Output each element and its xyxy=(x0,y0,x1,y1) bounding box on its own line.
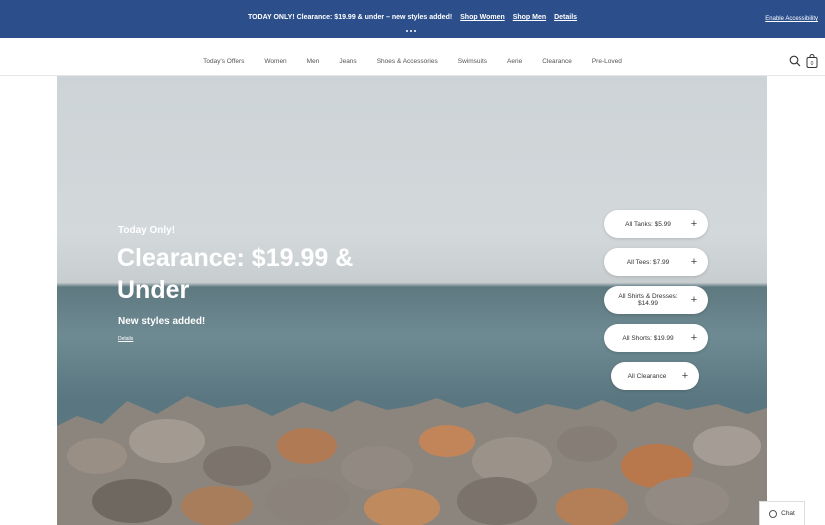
pill-all-shirts-dresses[interactable]: All Shirts & Dresses: $14.99 + xyxy=(604,286,708,314)
pill-label: All Shorts: $19.99 xyxy=(622,334,674,342)
chat-button[interactable]: Chat xyxy=(759,501,805,525)
promo-line: TODAY ONLY! Clearance: $19.99 & under – … xyxy=(0,14,825,21)
dot[interactable] xyxy=(414,30,416,32)
chat-bubble-icon xyxy=(769,509,778,518)
hero-details-link[interactable]: Details xyxy=(118,336,133,342)
nav-item-todays-offers[interactable]: Today's Offers xyxy=(203,58,244,65)
nav-item-swimsuits[interactable]: Swimsuits xyxy=(458,58,487,65)
main-nav: Today's Offers Women Men Jeans Shoes & A… xyxy=(0,38,825,76)
nav-item-women[interactable]: Women xyxy=(264,58,286,65)
nav-item-men[interactable]: Men xyxy=(307,58,320,65)
nav-item-shoes-accessories[interactable]: Shoes & Accessories xyxy=(377,58,438,65)
shop-men-link[interactable]: Shop Men xyxy=(513,14,546,21)
rocks-image xyxy=(57,396,767,525)
nav-item-clearance[interactable]: Clearance xyxy=(542,58,572,65)
plus-icon: + xyxy=(690,332,698,344)
nav-items: Today's Offers Women Men Jeans Shoes & A… xyxy=(0,58,825,65)
pill-label: All Clearance xyxy=(627,372,667,380)
hero-subtitle: New styles added! xyxy=(118,316,206,327)
shop-women-link[interactable]: Shop Women xyxy=(460,14,505,21)
nav-item-pre-loved[interactable]: Pre-Loved xyxy=(592,58,622,65)
pill-all-tanks[interactable]: All Tanks: $5.99 + xyxy=(604,210,708,238)
hero-banner[interactable]: Today Only! Clearance: $19.99 & Under Ne… xyxy=(57,76,767,525)
pill-label: All Tanks: $5.99 xyxy=(625,220,671,228)
hero-title: Clearance: $19.99 & Under xyxy=(117,244,354,304)
pill-all-tees[interactable]: All Tees: $7.99 + xyxy=(604,248,708,276)
promo-carousel-dots[interactable] xyxy=(406,30,416,32)
hero-kicker: Today Only! xyxy=(118,225,176,236)
promo-details-link[interactable]: Details xyxy=(554,14,577,21)
bag-count: 0 xyxy=(811,61,814,67)
nav-item-aerie[interactable]: Aerie xyxy=(507,58,522,65)
nav-item-jeans[interactable]: Jeans xyxy=(339,58,356,65)
chat-label: Chat xyxy=(781,510,795,517)
plus-icon: + xyxy=(681,370,689,382)
pill-label: All Tees: $7.99 xyxy=(626,258,670,266)
pill-all-clearance[interactable]: All Clearance + xyxy=(611,362,699,390)
plus-icon: + xyxy=(690,218,698,230)
dot[interactable] xyxy=(410,30,412,32)
plus-icon: + xyxy=(690,256,698,268)
plus-icon: + xyxy=(690,294,698,306)
pill-label: All Shirts & Dresses: $14.99 xyxy=(618,293,678,307)
pill-all-shorts[interactable]: All Shorts: $19.99 + xyxy=(604,324,708,352)
promo-message: TODAY ONLY! Clearance: $19.99 & under – … xyxy=(247,14,453,21)
shopping-bag-icon[interactable]: 0 xyxy=(806,54,818,68)
dot[interactable] xyxy=(406,30,408,32)
enable-accessibility-link[interactable]: Enable Accessibility xyxy=(765,16,818,22)
promo-banner: TODAY ONLY! Clearance: $19.99 & under – … xyxy=(0,0,825,38)
search-icon[interactable] xyxy=(789,55,801,67)
